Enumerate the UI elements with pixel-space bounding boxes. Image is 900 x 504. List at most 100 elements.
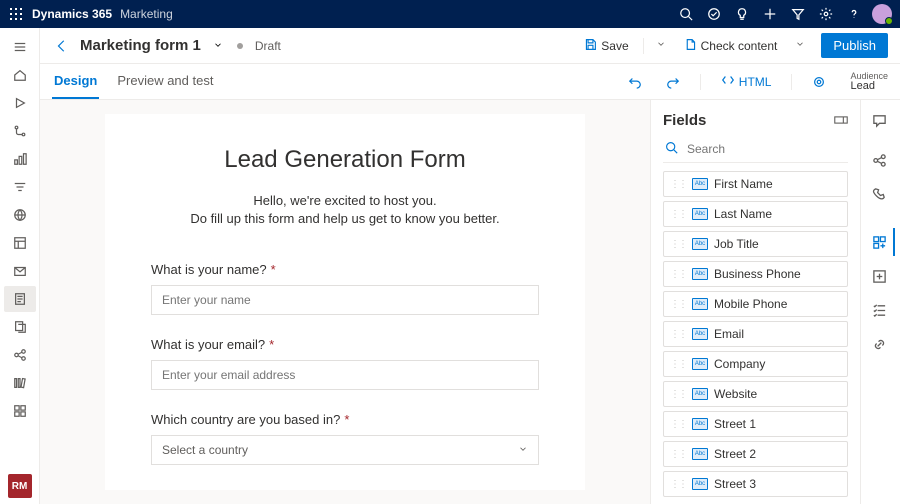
html-label: HTML	[739, 75, 772, 89]
field-item[interactable]: ⋮⋮AbcFirst Name	[663, 171, 848, 197]
audience-selector[interactable]: Audience Lead	[850, 72, 888, 92]
text-field-icon: Abc	[692, 208, 708, 220]
form-field-country[interactable]: Which country are you based in?* Select …	[151, 412, 539, 465]
nav-play-icon[interactable]	[4, 90, 36, 116]
field-item[interactable]: ⋮⋮AbcJob Title	[663, 231, 848, 257]
nav-globe-icon[interactable]	[4, 202, 36, 228]
persona-badge[interactable]: RM	[8, 474, 32, 498]
settings-icon[interactable]	[812, 0, 840, 28]
html-button[interactable]: HTML	[717, 73, 776, 90]
global-topbar: Dynamics 365 Marketing	[0, 0, 900, 28]
save-button[interactable]: Save	[578, 34, 634, 58]
save-icon	[584, 38, 597, 54]
name-input[interactable]	[151, 285, 539, 315]
country-select[interactable]: Select a country	[151, 435, 539, 465]
search-input[interactable]	[663, 135, 848, 163]
nav-menu-icon[interactable]	[4, 34, 36, 60]
field-item-label: Company	[714, 357, 765, 371]
lightbulb-icon[interactable]	[728, 0, 756, 28]
help-icon[interactable]	[840, 0, 868, 28]
nav-segments-icon[interactable]	[4, 174, 36, 200]
email-input[interactable]	[151, 360, 539, 390]
nav-analytics-icon[interactable]	[4, 146, 36, 172]
back-button[interactable]	[52, 39, 72, 53]
user-avatar[interactable]	[872, 4, 892, 24]
nav-journey-icon[interactable]	[4, 118, 36, 144]
check-content-button[interactable]: Check content	[678, 34, 784, 58]
fields-search	[663, 135, 848, 163]
form-intro: Hello, we're excited to host you. Do fil…	[151, 192, 539, 228]
audience-value: Lead	[850, 81, 874, 92]
nav-email-icon[interactable]	[4, 258, 36, 284]
field-item[interactable]: ⋮⋮ Abc Street 3	[663, 471, 848, 497]
right-tool-rail	[860, 100, 900, 504]
save-chevron-icon[interactable]	[652, 39, 670, 52]
field-item[interactable]: ⋮⋮AbcBusiness Phone	[663, 261, 848, 287]
text-field-icon: Abc	[692, 478, 708, 490]
text-field-icon: Abc	[692, 358, 708, 370]
rail-add-icon[interactable]	[867, 262, 895, 290]
field-item-label: Last Name	[714, 207, 772, 221]
field-item-label: Mobile Phone	[714, 297, 787, 311]
form-canvas[interactable]: Lead Generation Form Hello, we're excite…	[105, 114, 585, 490]
divider	[791, 74, 792, 90]
save-label: Save	[601, 39, 628, 53]
redo-button[interactable]	[662, 75, 684, 89]
field-item-label: Business Phone	[714, 267, 801, 281]
canvas-area: Lead Generation Form Hello, we're excite…	[40, 100, 650, 504]
search-icon[interactable]	[672, 0, 700, 28]
rail-phone-icon[interactable]	[867, 180, 895, 208]
rail-link-icon[interactable]	[867, 330, 895, 358]
drag-handle-icon: ⋮⋮	[670, 479, 686, 490]
form-field-name[interactable]: What is your name?*	[151, 262, 539, 315]
add-icon[interactable]	[756, 0, 784, 28]
status-dot-icon	[237, 43, 243, 49]
text-field-icon: Abc	[692, 418, 708, 430]
nav-assets-icon[interactable]	[4, 398, 36, 424]
filter-icon[interactable]	[784, 0, 812, 28]
tab-preview[interactable]: Preview and test	[115, 64, 215, 99]
field-item[interactable]: ⋮⋮AbcLast Name	[663, 201, 848, 227]
nav-home-icon[interactable]	[4, 62, 36, 88]
collapse-icon[interactable]	[834, 114, 848, 128]
rail-chat-icon[interactable]	[867, 106, 895, 134]
nav-library-icon[interactable]	[4, 370, 36, 396]
nav-social-icon[interactable]	[4, 342, 36, 368]
undo-button[interactable]	[624, 75, 646, 89]
field-item[interactable]: ⋮⋮ Abc Company	[663, 351, 848, 377]
tab-design[interactable]: Design	[52, 64, 99, 99]
field-item[interactable]: ⋮⋮AbcWebsite	[663, 381, 848, 407]
rail-related-icon[interactable]	[867, 146, 895, 174]
code-icon	[721, 73, 735, 90]
fields-list: ⋮⋮AbcFirst Name⋮⋮AbcLast Name⋮⋮AbcJob Ti…	[651, 171, 860, 504]
form-field-email[interactable]: What is your email?*	[151, 337, 539, 390]
nav-forms-icon[interactable]	[4, 286, 36, 312]
page-title: Marketing form 1	[80, 37, 201, 54]
intro-line-2: Do fill up this form and help us get to …	[151, 210, 539, 228]
nav-template-icon[interactable]	[4, 230, 36, 256]
task-icon[interactable]	[700, 0, 728, 28]
app-launcher-icon[interactable]	[8, 6, 24, 22]
check-chevron-icon[interactable]	[791, 39, 809, 52]
drag-handle-icon: ⋮⋮	[670, 359, 686, 370]
title-chevron-icon[interactable]	[213, 37, 223, 55]
text-field-icon: Abc	[692, 448, 708, 460]
text-field-icon: Abc	[692, 298, 708, 310]
field-item[interactable]: ⋮⋮AbcStreet 1	[663, 411, 848, 437]
drag-handle-icon: ⋮⋮	[670, 389, 686, 400]
field-label: What is your email?*	[151, 337, 539, 352]
field-item-label: Email	[714, 327, 744, 341]
rail-elements-icon[interactable]	[867, 228, 895, 256]
field-item[interactable]: ⋮⋮AbcStreet 2	[663, 441, 848, 467]
field-label: Which country are you based in?*	[151, 412, 539, 427]
drag-handle-icon: ⋮⋮	[670, 299, 686, 310]
publish-button[interactable]: Publish	[821, 33, 888, 58]
field-item-label: Job Title	[714, 237, 759, 251]
field-item[interactable]: ⋮⋮AbcEmail	[663, 321, 848, 347]
fields-panel: Fields ⋮⋮AbcFirst Name⋮⋮AbcLast Name⋮⋮Ab…	[650, 100, 860, 504]
form-title: Lead Generation Form	[151, 146, 539, 174]
nav-pages-icon[interactable]	[4, 314, 36, 340]
field-item[interactable]: ⋮⋮ Abc Mobile Phone	[663, 291, 848, 317]
field-item-label: Street 3	[714, 477, 756, 491]
rail-checklist-icon[interactable]	[867, 296, 895, 324]
